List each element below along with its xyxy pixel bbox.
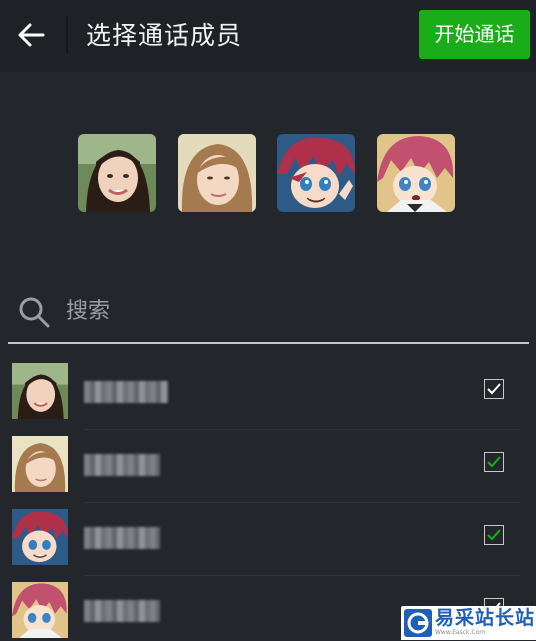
selected-avatar-2[interactable] [178, 134, 256, 212]
contact-name-blurred [84, 381, 168, 403]
checkmark-icon [487, 383, 501, 395]
avatar [12, 436, 68, 492]
arrow-left-icon [18, 23, 45, 47]
avatar [12, 582, 68, 638]
avatar [12, 363, 68, 419]
contact-list [0, 357, 536, 640]
select-checkbox[interactable] [484, 379, 504, 399]
watermark-subtitle: Www.Easck.Com [435, 629, 486, 636]
top-bar: 选择通话成员 开始通话 [0, 0, 536, 72]
site-watermark: 易采站长站 Www.Easck.Com [401, 606, 536, 640]
page-title: 选择通话成员 [86, 21, 243, 50]
start-call-button[interactable]: 开始通话 [419, 10, 530, 59]
selected-avatar-3[interactable] [277, 134, 355, 212]
watermark-logo-icon [404, 609, 432, 637]
contact-name-blurred [84, 527, 160, 549]
checkmark-icon [487, 529, 501, 541]
list-item[interactable] [0, 430, 536, 503]
avatar [12, 509, 68, 565]
selected-avatar-1[interactable] [78, 134, 156, 212]
selected-avatar-4[interactable] [377, 134, 455, 212]
search-icon[interactable] [18, 296, 50, 328]
search-input[interactable] [66, 296, 506, 328]
selected-members [0, 134, 536, 214]
checkmark-icon [487, 456, 501, 468]
select-checkbox[interactable] [484, 525, 504, 545]
search-underline [8, 342, 529, 344]
search-bar [0, 284, 536, 344]
header-divider [66, 16, 68, 54]
contact-name-blurred [84, 600, 160, 622]
contact-name-blurred [84, 454, 160, 476]
list-item[interactable] [0, 357, 536, 430]
watermark-title: 易采站长站 [435, 607, 536, 629]
back-button[interactable] [14, 18, 48, 52]
list-item[interactable] [0, 503, 536, 576]
select-checkbox[interactable] [484, 452, 504, 472]
